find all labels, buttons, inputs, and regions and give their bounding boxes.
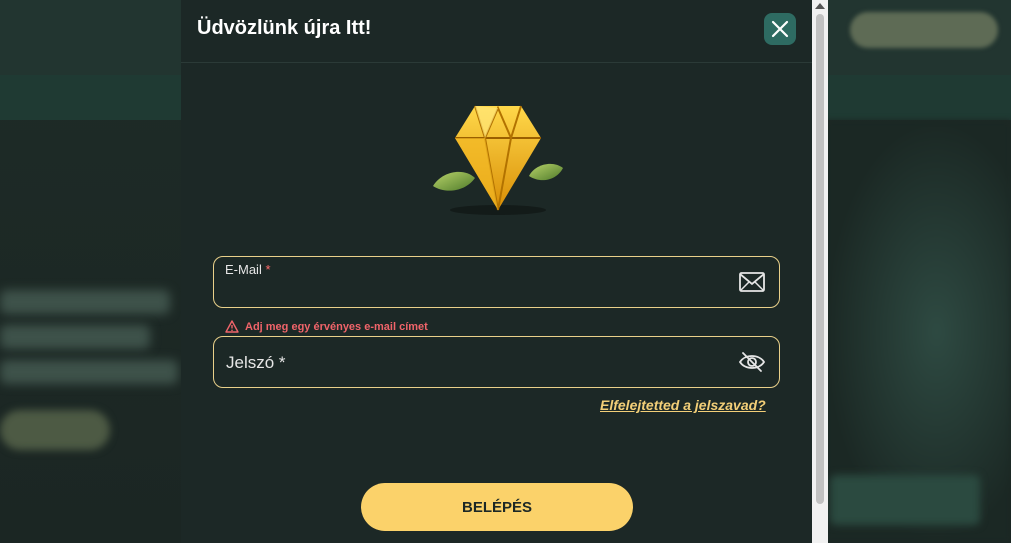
modal-title: Üdvözlünk újra Itt!: [197, 17, 372, 39]
email-field[interactable]: E-Mail *: [213, 256, 780, 308]
background-button: [0, 410, 110, 450]
scrollbar-thumb[interactable]: [816, 14, 824, 504]
password-field[interactable]: Jelszó *: [213, 336, 780, 388]
forgot-password-link[interactable]: Elfelejtetted a jelszavad?: [600, 397, 766, 413]
password-label: Jelszó *: [226, 353, 286, 372]
required-mark: *: [265, 262, 271, 277]
background-pill: [850, 12, 998, 48]
email-error-message: Adj meg egy érvényes e-mail címet: [225, 320, 428, 333]
email-error-text: Adj meg egy érvényes e-mail címet: [245, 320, 428, 333]
warning-icon: [225, 320, 239, 333]
diamond-logo-icon: [433, 105, 563, 215]
modal-header: Üdvözlünk újra Itt!: [181, 0, 812, 63]
login-button[interactable]: BELÉPÉS: [361, 483, 633, 531]
background-card: [830, 475, 980, 525]
eye-hidden-icon[interactable]: [738, 350, 766, 374]
login-modal: Üdvözlünk újra Itt! E-Mail * Adj meg egy…: [181, 0, 812, 543]
scroll-up-arrow-icon[interactable]: [815, 3, 825, 9]
background-text: [0, 290, 170, 314]
email-label: E-Mail *: [225, 262, 271, 277]
close-icon: [771, 20, 789, 38]
background-text: [0, 325, 150, 349]
envelope-icon: [739, 272, 765, 292]
background-text: [0, 360, 178, 384]
close-button[interactable]: [764, 13, 796, 45]
email-label-text: E-Mail: [225, 262, 262, 277]
